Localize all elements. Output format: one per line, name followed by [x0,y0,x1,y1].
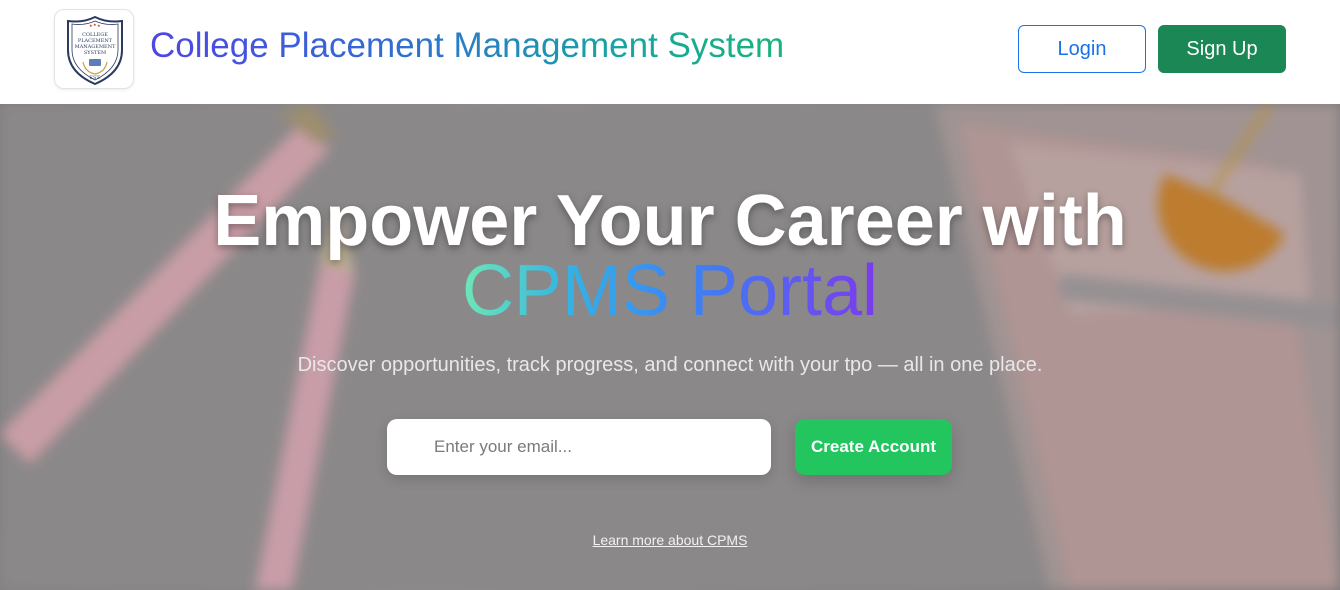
svg-text:SYSTEM: SYSTEM [84,50,106,56]
hero-title: Empower Your Career with [213,181,1127,261]
hero-overlay [0,104,1340,590]
logo[interactable]: ★ ★ ★ COLLEGE PLACEMENT MANAGEMENT SYSTE… [54,9,134,89]
learn-more: Learn more about CPMS [0,532,1340,548]
email-input[interactable] [387,419,771,475]
top-navbar: ★ ★ ★ COLLEGE PLACEMENT MANAGEMENT SYSTE… [0,0,1340,104]
svg-text:EST.: EST. [89,75,101,81]
hero-subtitle: Discover opportunities, track progress, … [297,354,1043,376]
hero-accent-text: CPMS Portal [461,251,879,331]
svg-text:★: ★ [97,23,101,28]
login-button[interactable]: Login [1018,25,1146,73]
create-account-button[interactable]: Create Account [795,419,952,475]
hero-title-accent: CPMS Portal [0,254,1340,328]
shield-emblem-icon: ★ ★ ★ COLLEGE PLACEMENT MANAGEMENT SYSTE… [67,15,123,86]
learn-more-link[interactable]: Learn more about CPMS [593,532,748,548]
signup-button[interactable]: Sign Up [1158,25,1286,73]
hero-section: Empower Your Career with CPMS Portal Dis… [0,104,1340,590]
brand-title: College Placement Management System [150,26,785,65]
